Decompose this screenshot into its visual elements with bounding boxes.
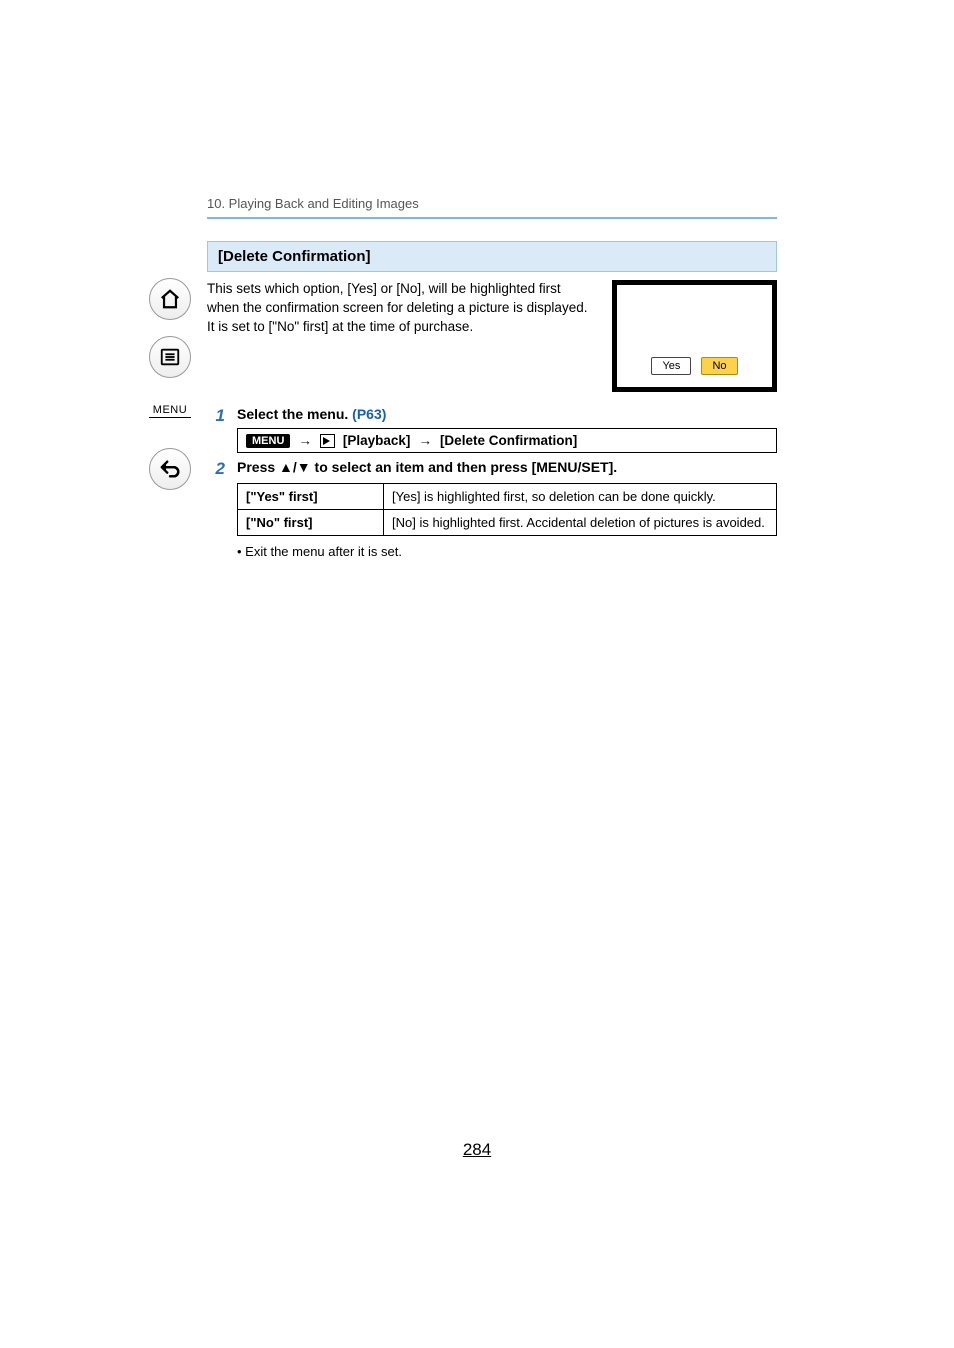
intro-p2: It is set to ["No" first] at the time of… — [207, 319, 473, 334]
option-no-first-key: ["No" first] — [238, 510, 384, 536]
step-number: 2 — [207, 459, 225, 479]
menu-path-delete-confirmation: [Delete Confirmation] — [440, 433, 577, 448]
arrow-icon: → — [298, 433, 312, 448]
menu-icon-label[interactable]: MENU — [149, 404, 191, 418]
step-number: 1 — [207, 406, 225, 426]
step-1-text: Select the menu. — [237, 406, 352, 422]
chapter-heading: 10. Playing Back and Editing Images — [207, 196, 777, 211]
step-1-title: Select the menu. (P63) — [237, 406, 777, 422]
menu-badge-icon: MENU — [246, 434, 290, 448]
step-1: 1 Select the menu. (P63) MENU → [Playbac… — [207, 406, 777, 453]
main-content: 10. Playing Back and Editing Images [Del… — [207, 196, 777, 559]
intro-p1: This sets which option, [Yes] or [No], w… — [207, 281, 587, 315]
table-row: ["Yes" first] [Yes] is highlighted first… — [238, 484, 777, 510]
side-nav: MENU — [145, 278, 195, 490]
playback-icon — [320, 434, 335, 448]
option-yes-first-desc: [Yes] is highlighted first, so deletion … — [384, 484, 777, 510]
options-table: ["Yes" first] [Yes] is highlighted first… — [237, 483, 777, 536]
menu-path: MENU → [Playback] → [Delete Confirmation… — [237, 428, 777, 453]
option-no-first-desc: [No] is highlighted first. Accidental de… — [384, 510, 777, 536]
divider — [207, 217, 777, 219]
back-icon[interactable] — [149, 448, 191, 490]
section-title: [Delete Confirmation] — [207, 241, 777, 272]
intro-text: This sets which option, [Yes] or [No], w… — [207, 280, 596, 392]
dialog-no-button: No — [701, 357, 737, 375]
option-yes-first-key: ["Yes" first] — [238, 484, 384, 510]
footnote: Exit the menu after it is set. — [237, 544, 777, 559]
step-2: 2 Press ▲/▼ to select an item and then p… — [207, 459, 777, 536]
dialog-yes-button: Yes — [651, 357, 691, 375]
toc-icon[interactable] — [149, 336, 191, 378]
menu-path-playback: [Playback] — [343, 433, 411, 448]
arrow-icon: → — [418, 433, 432, 448]
step-2-title: Press ▲/▼ to select an item and then pre… — [237, 459, 777, 475]
screen-illustration: Yes No — [612, 280, 777, 392]
page-ref-link[interactable]: (P63) — [352, 406, 386, 422]
table-row: ["No" first] [No] is highlighted first. … — [238, 510, 777, 536]
home-icon[interactable] — [149, 278, 191, 320]
page-number: 284 — [0, 1140, 954, 1160]
